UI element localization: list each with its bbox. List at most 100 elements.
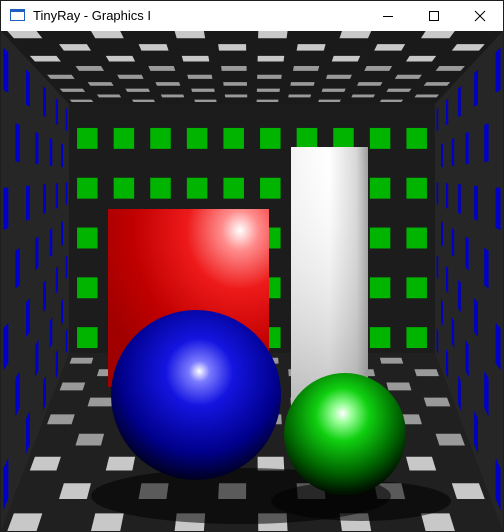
right-wall-tile: [446, 265, 449, 294]
floor-tile: [29, 456, 61, 471]
floor-tile: [405, 456, 437, 471]
ceiling-tile: [257, 74, 282, 79]
left-wall-tile: [26, 298, 30, 338]
ceiling-tile: [59, 44, 91, 51]
right-wall-tile: [495, 187, 501, 231]
left-wall-tile: [35, 131, 39, 165]
right-wall-tile: [436, 328, 439, 355]
ceiling-tile: [221, 66, 247, 71]
left-wall-tile: [65, 255, 68, 280]
ceiling-tile: [325, 74, 352, 79]
ceiling-tile: [138, 44, 169, 51]
ceiling-tile: [69, 99, 94, 103]
ceiling-tile: [181, 55, 210, 62]
right-wall-tile: [436, 107, 439, 132]
floor-tile: [379, 357, 404, 364]
floor-tile: [386, 382, 412, 391]
back-wall-tile: [260, 177, 281, 199]
ceiling-tile: [87, 82, 114, 86]
back-wall-tile: [77, 327, 98, 349]
left-wall-tile: [65, 328, 68, 355]
ceiling-tile: [131, 99, 155, 103]
back-wall-tile: [369, 177, 391, 199]
close-button[interactable]: [457, 1, 503, 31]
back-wall-tile: [369, 227, 391, 249]
ceiling-tile: [420, 31, 455, 39]
back-wall-tile: [77, 177, 98, 199]
app-window: TinyRay - Graphics I: [0, 0, 504, 532]
back-wall-tile: [406, 227, 427, 249]
ceiling-tile: [75, 66, 105, 71]
back-wall-tile: [296, 127, 318, 149]
right-wall-tile: [474, 69, 478, 107]
back-wall-tile: [186, 177, 208, 199]
ceiling-tile: [374, 44, 406, 51]
ceiling-tile: [174, 31, 206, 39]
ceiling-tile: [292, 66, 320, 71]
ceiling-tile: [257, 55, 285, 62]
ceiling-tile: [331, 55, 361, 62]
back-wall-tile: [369, 277, 391, 299]
floor-tile: [414, 369, 440, 377]
ceiling-tile: [364, 66, 393, 71]
ceiling-tile: [386, 88, 412, 92]
maximize-button[interactable]: [411, 1, 457, 31]
ceiling-tile: [117, 74, 144, 79]
right-wall-tile: [465, 131, 469, 165]
ceiling-tile: [194, 99, 217, 103]
minimize-icon: [383, 16, 393, 17]
right-wall-tile: [451, 316, 455, 349]
ceiling-tile: [290, 82, 315, 86]
minimize-button[interactable]: [365, 1, 411, 31]
floor-tile: [75, 433, 105, 446]
left-wall-tile: [15, 248, 20, 290]
back-wall-tile: [223, 127, 244, 149]
floor-tile: [105, 456, 136, 471]
title-bar[interactable]: TinyRay - Graphics I: [1, 1, 503, 31]
right-wall-tile: [465, 236, 469, 271]
ceiling-tile: [223, 82, 247, 86]
left-wall-tile: [15, 123, 20, 162]
ceiling-tile: [258, 31, 288, 39]
right-wall-tile: [440, 298, 443, 326]
back-wall-tile: [223, 177, 244, 199]
left-wall-tile: [49, 228, 53, 258]
back-wall-tile: [77, 227, 98, 249]
left-wall-tile: [49, 138, 53, 166]
floor-tile: [47, 414, 75, 425]
ceiling-tile: [187, 74, 213, 79]
ceiling-tile: [155, 82, 181, 86]
ceiling-tile: [256, 88, 280, 92]
right-wall-tile: [440, 143, 443, 168]
left-wall-tile: [26, 69, 30, 107]
left-wall-tile: [35, 339, 39, 378]
ceiling-tile: [423, 82, 451, 86]
right-wall-tile: [484, 123, 489, 162]
ceiling-tile: [414, 94, 440, 98]
left-wall-tile: [3, 322, 9, 371]
window-app-icon: [10, 9, 25, 21]
right-wall-tile: [495, 47, 501, 93]
ceiling-tile: [256, 99, 279, 103]
ceiling-tile: [90, 31, 124, 39]
back-wall-tile: [369, 327, 391, 349]
back-wall-tile: [369, 127, 391, 149]
right-wall-tile: [458, 86, 461, 118]
right-wall-tile: [458, 184, 461, 215]
back-wall-tile: [406, 327, 427, 349]
left-wall-tile: [3, 47, 9, 93]
raytraced-scene: [1, 31, 503, 531]
ceiling-tile: [357, 82, 383, 86]
left-wall-tile: [43, 184, 46, 215]
left-wall-tile: [61, 221, 64, 247]
blue-sphere: [111, 310, 281, 480]
left-wall-tile: [65, 107, 68, 132]
floor-tile: [59, 483, 91, 499]
back-wall-tile: [113, 127, 135, 149]
right-wall-tile: [484, 248, 489, 290]
ceiling-tile: [435, 66, 465, 71]
back-wall-tile: [77, 277, 98, 299]
back-wall-tile: [150, 127, 171, 149]
back-wall-tile: [150, 177, 171, 199]
back-wall-tile: [406, 177, 427, 199]
